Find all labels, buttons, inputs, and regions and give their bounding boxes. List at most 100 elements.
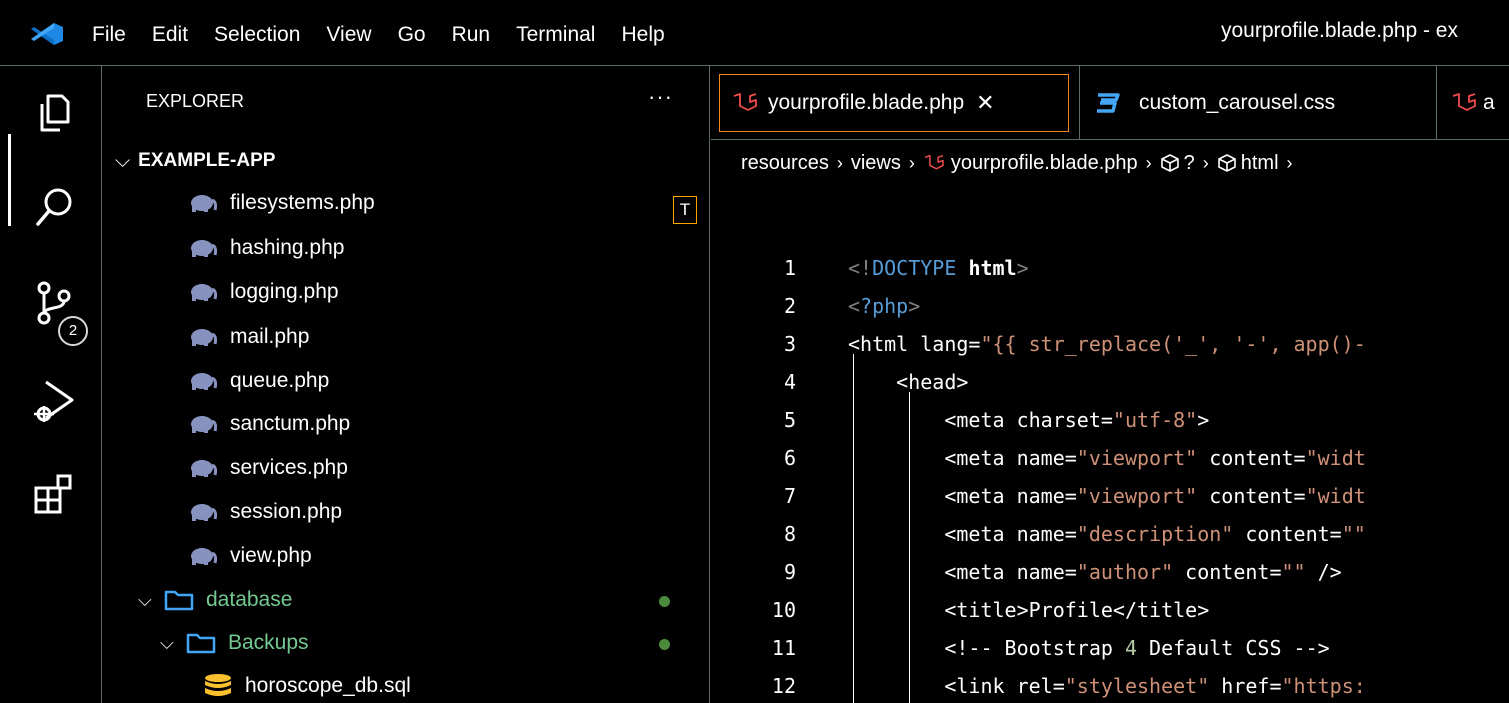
explorer-sidebar: EXPLORER ··· ⌵ EXAMPLE-APP T filesystems… [103, 66, 710, 703]
more-actions-button[interactable]: ··· [648, 84, 673, 110]
tree-item-file[interactable]: hashing.php [188, 228, 344, 268]
tab-yourprofile[interactable]: yourprofile.blade.php ✕ [719, 74, 1069, 132]
activity-bar: 2 [0, 66, 102, 703]
run-debug-icon[interactable] [30, 376, 80, 426]
tab-label: custom_carousel.css [1139, 91, 1336, 114]
tree-item-file[interactable]: view.php [188, 536, 312, 576]
explorer-files-icon[interactable] [30, 88, 80, 138]
tree-item-file[interactable]: mail.php [188, 317, 309, 357]
php-elephant-icon [191, 240, 218, 257]
css-file-icon [1097, 93, 1120, 113]
tab-custom-carousel[interactable]: custom_carousel.css [1095, 74, 1425, 132]
php-elephant-icon [191, 504, 218, 521]
code-line: 10 <title>Profile</title> [711, 591, 1509, 629]
tree-item-file[interactable]: filesystems.php [188, 183, 375, 223]
line-number: 7 [783, 484, 796, 508]
chevron-right-icon: › [1145, 152, 1152, 173]
line-number: 9 [783, 560, 796, 584]
line-number: 8 [783, 522, 796, 546]
chevron-down-icon: ⌵ [115, 149, 131, 172]
tree-item-file[interactable]: horoscope_db.sql [203, 666, 411, 703]
menu-view[interactable]: View [326, 20, 371, 47]
tree-item-file[interactable]: session.php [188, 492, 342, 532]
menu-bar: File Edit Selection View Go Run Terminal… [92, 0, 691, 66]
php-elephant-icon [191, 195, 218, 212]
code-line: 9 <meta name="author" content="" /> [711, 553, 1509, 591]
tree-item-file[interactable]: sanctum.php [188, 404, 350, 444]
code-editor[interactable]: 1 <!DOCTYPE html> 2 <?php> 3 <html lang=… [711, 186, 1509, 703]
project-name: EXAMPLE-APP [138, 150, 276, 171]
chevron-down-icon: ⌵ [160, 632, 174, 653]
tree-item-label: database [206, 588, 293, 611]
code-text: <meta name="description" content="" [848, 522, 1366, 546]
code-text: <meta name="viewport" content="widt [848, 446, 1366, 470]
code-text: <!DOCTYPE html> [848, 256, 1029, 280]
tree-item-label: view.php [230, 544, 312, 567]
breadcrumb-item[interactable]: resources [741, 152, 829, 175]
chevron-down-icon: ⌵ [138, 589, 152, 610]
window-title: yourprofile.blade.php - ex [1221, 19, 1458, 42]
menu-go[interactable]: Go [398, 20, 426, 47]
code-text: <html lang="{{ str_replace('_', '-', app… [848, 332, 1366, 356]
chevron-right-icon: › [1202, 152, 1209, 173]
breadcrumb-item[interactable]: views [851, 152, 901, 175]
menu-run[interactable]: Run [452, 20, 491, 47]
code-line: 6 <meta name="viewport" content="widt [711, 439, 1509, 477]
php-elephant-icon [191, 548, 218, 565]
code-text: <meta name="viewport" content="widt [848, 484, 1366, 508]
tab-partial[interactable]: a [1451, 74, 1509, 132]
menu-edit[interactable]: Edit [152, 20, 188, 47]
tab-divider [1079, 66, 1080, 140]
code-text: <!-- Bootstrap 4 Default CSS --> [848, 636, 1330, 660]
tree-folder-backups[interactable]: ⌵ Backups [160, 623, 309, 663]
code-line: 5 <meta charset="utf-8"> [711, 401, 1509, 439]
code-line: 4 <head> [711, 363, 1509, 401]
search-icon[interactable] [30, 182, 80, 232]
tree-item-label: filesystems.php [230, 191, 375, 214]
breadcrumb-item[interactable]: ? [1184, 152, 1195, 175]
project-folder-header[interactable]: ⌵ EXAMPLE-APP [115, 146, 275, 176]
line-number: 4 [783, 370, 796, 394]
code-text: <meta charset="utf-8"> [848, 408, 1210, 432]
line-number: 1 [783, 256, 796, 280]
tree-item-file[interactable]: logging.php [188, 272, 339, 312]
close-icon[interactable]: ✕ [976, 90, 994, 116]
code-line: 7 <meta name="viewport" content="widt [711, 477, 1509, 515]
modified-dot [659, 596, 670, 607]
laravel-blade-icon [1452, 93, 1476, 111]
extensions-icon[interactable] [30, 470, 80, 520]
tree-item-file[interactable]: queue.php [188, 361, 329, 401]
tree-item-label: hashing.php [230, 236, 345, 259]
code-line: 8 <meta name="description" content="" [711, 515, 1509, 553]
menu-file[interactable]: File [92, 20, 126, 47]
tree-folder-database[interactable]: ⌵ database [138, 580, 292, 620]
code-line: 1 <!DOCTYPE html> [711, 249, 1509, 287]
line-number: 5 [783, 408, 796, 432]
tab-divider [1436, 66, 1437, 140]
code-line: 3 <html lang="{{ str_replace('_', '-', a… [711, 325, 1509, 363]
tab-label: a [1483, 91, 1495, 114]
code-line: 12 <link rel="stylesheet" href="https: [711, 667, 1509, 703]
vscode-logo-icon [31, 23, 63, 45]
tree-item-file[interactable]: services.php [188, 448, 348, 488]
code-text: <head> [848, 370, 969, 394]
tree-item-label: queue.php [230, 369, 330, 392]
line-number: 11 [771, 636, 796, 660]
chevron-right-icon: › [908, 152, 915, 173]
laravel-blade-icon [733, 93, 757, 111]
menu-selection[interactable]: Selection [214, 20, 300, 47]
laravel-blade-icon [924, 154, 944, 170]
menu-terminal[interactable]: Terminal [516, 20, 595, 47]
tree-item-label: horoscope_db.sql [245, 674, 411, 697]
line-number: 2 [783, 294, 796, 318]
menu-help[interactable]: Help [621, 20, 664, 47]
breadcrumb-item[interactable]: html [1241, 152, 1279, 175]
active-indicator [8, 134, 11, 226]
breadcrumb: resources › views › yourprofile.blade.ph… [711, 140, 1509, 186]
php-elephant-icon [191, 284, 218, 301]
breadcrumb-item[interactable]: yourprofile.blade.php [951, 152, 1138, 175]
line-number: 3 [783, 332, 796, 356]
php-elephant-icon [191, 373, 218, 390]
code-text: <title>Profile</title> [848, 598, 1210, 622]
line-number: 12 [771, 674, 796, 698]
